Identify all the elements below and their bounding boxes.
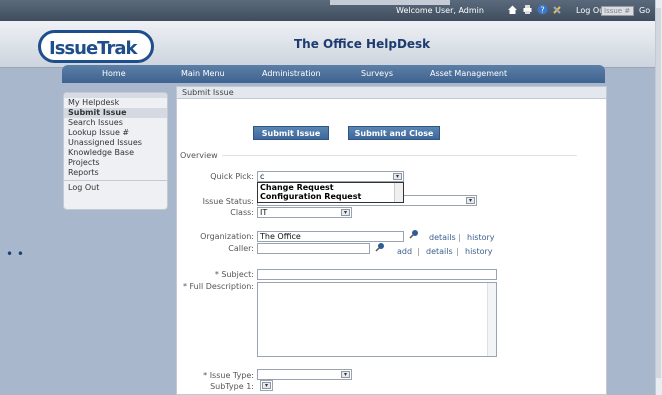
organization-label: Organization: [200, 232, 254, 241]
svg-text:?: ? [540, 6, 544, 15]
submit-issue-button[interactable]: Submit Issue [253, 126, 329, 140]
nav-asset-management[interactable]: Asset Management [430, 69, 507, 78]
issue-type-label: * Issue Type: [203, 371, 254, 380]
organization-history-link[interactable]: history [467, 233, 495, 242]
sidebar-item-reports[interactable]: Reports [64, 168, 167, 178]
logo-text: IssueTrak [49, 38, 137, 59]
sidebar-item-knowledge-base[interactable]: Knowledge Base [64, 148, 167, 158]
class-value: IT [260, 208, 268, 217]
page-title: Submit Issue [177, 87, 606, 99]
sidebar-item-search-issues[interactable]: Search Issues [64, 118, 167, 128]
topbar-ghost-tab [330, 0, 450, 5]
sidebar-item-unassigned-issues[interactable]: Unassigned Issues [64, 138, 167, 148]
issue-number-input[interactable]: Issue # [601, 6, 634, 16]
organization-value: The Office [260, 232, 301, 241]
subtype-chevron-down-icon[interactable]: ▾ [262, 382, 271, 389]
dropdown-scrollbar[interactable] [394, 183, 403, 202]
nav-main-menu[interactable]: Main Menu [181, 69, 225, 78]
caller-input[interactable] [257, 243, 370, 254]
help-icon[interactable]: ? [537, 4, 548, 15]
caller-link-separator-2: | [456, 247, 459, 256]
sidebar: My Helpdesk Submit Issue Search Issues L… [63, 92, 168, 210]
nav-surveys[interactable]: Surveys [361, 69, 393, 78]
welcome-text: Welcome User, Admin [396, 6, 484, 15]
issue-type-select[interactable]: ▾ [257, 369, 352, 380]
quick-pick-label: Quick Pick: [210, 172, 254, 181]
page-scroll-thumb[interactable] [656, 8, 661, 378]
dropdown-option-change-request[interactable]: Change Request [258, 183, 403, 192]
organization-input[interactable]: The Office [257, 231, 404, 242]
tools-icon[interactable] [552, 4, 563, 15]
sidebar-divider [64, 180, 167, 181]
description-scrollbar[interactable] [487, 283, 496, 356]
print-icon[interactable] [522, 4, 533, 15]
sidebar-item-projects[interactable]: Projects [64, 158, 167, 168]
subtype-label: SubType 1: [210, 382, 254, 391]
issue-status-label: Issue Status: [202, 197, 254, 206]
caller-search-icon[interactable] [375, 242, 385, 252]
caller-label: Caller: [228, 244, 254, 253]
decorative-dots: • • [6, 247, 24, 261]
main-nav: Home Main Menu Administration Surveys As… [62, 65, 605, 83]
sidebar-item-submit-issue[interactable]: Submit Issue [64, 108, 167, 118]
subject-label: * Subject: [214, 270, 254, 279]
nav-home[interactable]: Home [102, 69, 126, 78]
submit-and-close-button[interactable]: Submit and Close [348, 126, 440, 140]
caller-link-separator-1: | [417, 247, 420, 256]
sidebar-item-my-helpdesk[interactable]: My Helpdesk [64, 98, 167, 108]
full-description-label: * Full Description: [182, 282, 254, 291]
class-label: Class: [230, 208, 254, 217]
issue-status-chevron-down-icon[interactable]: ▾ [466, 197, 475, 204]
nav-administration[interactable]: Administration [262, 69, 321, 78]
overview-section-label: Overview [180, 151, 218, 160]
dropdown-option-configuration-request[interactable]: Configuration Request [258, 192, 403, 201]
subject-input[interactable] [257, 269, 497, 280]
helpdesk-title: The Office HelpDesk [294, 37, 431, 51]
issue-type-chevron-down-icon[interactable]: ▾ [341, 371, 350, 378]
issuetrak-logo[interactable]: IssueTrak [38, 30, 154, 63]
sidebar-item-lookup-issue[interactable]: Lookup Issue # [64, 128, 167, 138]
organization-details-link[interactable]: details [429, 233, 456, 242]
quick-pick-chevron-down-icon[interactable]: ▾ [393, 173, 402, 180]
overview-divider [222, 155, 577, 156]
app-header: IssueTrak The Office HelpDesk [0, 21, 655, 68]
subtype-select[interactable]: ▾ [260, 380, 273, 391]
organization-search-icon[interactable] [409, 229, 419, 239]
caller-details-link[interactable]: details [426, 247, 453, 256]
full-description-textarea[interactable] [257, 282, 497, 357]
quick-pick-input[interactable]: c ▾ [257, 171, 404, 182]
quick-pick-value: c [260, 172, 265, 181]
top-bar: Welcome User, Admin ? Log Out Issue # Go [0, 0, 655, 21]
quick-pick-dropdown: Change Request Configuration Request [257, 182, 404, 203]
class-chevron-down-icon[interactable]: ▾ [341, 209, 350, 216]
sidebar-item-log-out[interactable]: Log Out [64, 183, 167, 193]
caller-add-link[interactable]: add [397, 247, 412, 256]
class-select[interactable]: IT ▾ [257, 207, 352, 218]
organization-link-separator: | [458, 233, 461, 242]
home-icon[interactable] [507, 4, 518, 15]
go-button[interactable]: Go [639, 6, 650, 15]
caller-history-link[interactable]: history [465, 247, 493, 256]
